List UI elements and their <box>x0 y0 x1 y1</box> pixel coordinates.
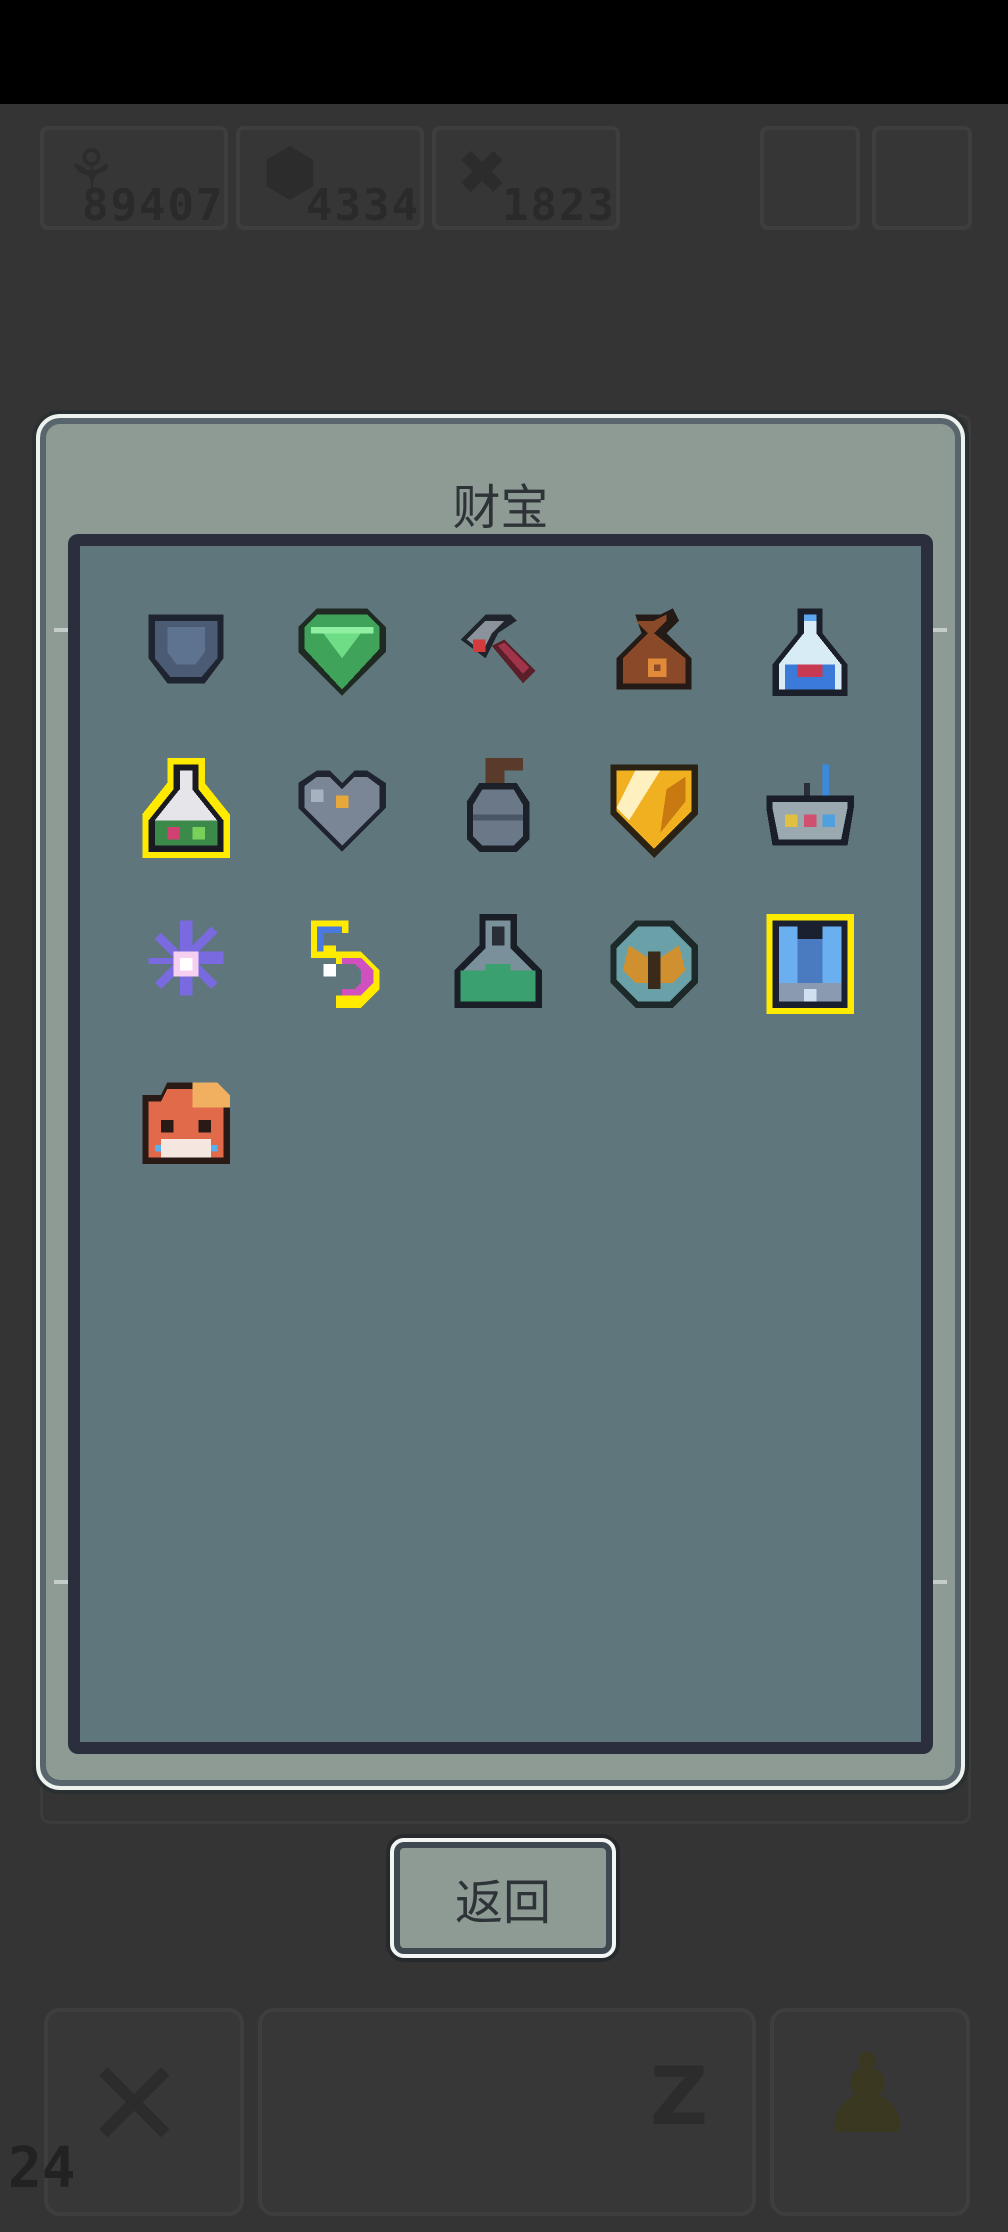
currency-2-value: 4334 <box>306 180 420 231</box>
hammer-icon[interactable] <box>448 602 548 702</box>
sleep-icon: Z <box>650 2050 709 2143</box>
fps-counter: 24 <box>8 2136 76 2201</box>
material-icon: ✖ <box>456 136 508 209</box>
return-button[interactable]: 返回 <box>390 1838 616 1958</box>
character-icon: ♟ <box>818 2030 917 2158</box>
system-status-bar <box>0 0 1008 104</box>
purple-flower-icon[interactable] <box>136 914 236 1014</box>
green-gem-shield-icon[interactable] <box>292 602 392 702</box>
hud-button-1 <box>760 126 860 230</box>
grenade-icon[interactable] <box>448 758 548 858</box>
hud-button-2 <box>872 126 972 230</box>
money-bag-icon[interactable] <box>604 602 704 702</box>
red-panda-icon[interactable] <box>136 1070 236 1170</box>
dialog-title: 财宝 <box>452 480 549 536</box>
battery-basket-icon[interactable] <box>760 758 860 858</box>
butterfly-orb-icon[interactable] <box>604 914 704 1014</box>
currency-1-value: 89407 <box>82 180 225 231</box>
golden-shield-icon[interactable] <box>604 758 704 858</box>
blue-potion-icon[interactable] <box>760 602 860 702</box>
crystal-armor-icon[interactable] <box>760 914 860 1014</box>
currency-3-value: 1823 <box>502 180 616 231</box>
alchemy-flask-icon[interactable] <box>136 758 236 858</box>
crescent-moon-icon[interactable] <box>292 914 392 1014</box>
crossed-swords-icon: ✕ <box>84 2036 185 2175</box>
green-flask-icon[interactable] <box>448 914 548 1014</box>
metal-heart-icon[interactable] <box>292 758 392 858</box>
pocket-icon[interactable] <box>136 602 236 702</box>
